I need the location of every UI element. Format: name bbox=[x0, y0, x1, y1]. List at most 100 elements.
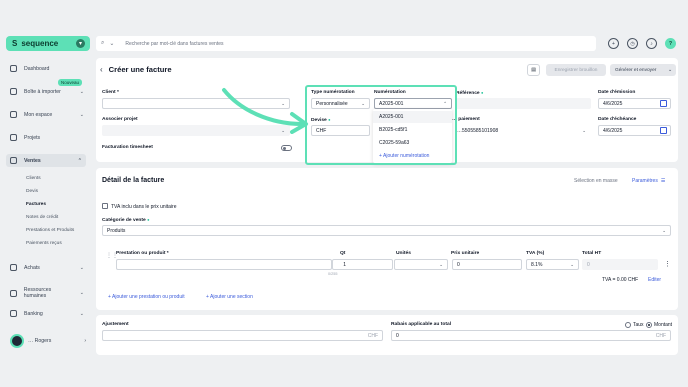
printer-icon: ▤ bbox=[531, 67, 536, 73]
bell-icon[interactable]: ♪ bbox=[646, 38, 657, 49]
vat-included-label: TVA inclu dans le prix unitaire bbox=[111, 204, 177, 210]
brand-logo[interactable]: S sequence ▾ bbox=[6, 36, 90, 51]
subnav-invoices[interactable]: Factures bbox=[26, 202, 46, 207]
chevron-down-icon[interactable]: ▾ bbox=[76, 39, 85, 48]
reference-label-text: Référence bbox=[456, 91, 480, 96]
add-product-button[interactable]: + Ajouter une prestation ou produit bbox=[108, 294, 185, 300]
calendar-icon[interactable] bbox=[660, 127, 667, 134]
sidebar-item-label: Mon espace bbox=[24, 111, 53, 118]
calendar-icon[interactable] bbox=[660, 100, 667, 107]
vat-select[interactable]: 8.1% ⌄ bbox=[526, 259, 579, 270]
rate-radio[interactable] bbox=[625, 322, 631, 328]
user-icon bbox=[10, 111, 17, 118]
issue-date-field[interactable]: 4/6/2025 bbox=[598, 98, 671, 109]
rate-label: Taux bbox=[633, 322, 644, 328]
numbering-value: A2025-001 bbox=[379, 100, 404, 107]
generate-send-button[interactable]: Générer et envoyer ⌄ bbox=[610, 64, 676, 76]
chevron-down-icon[interactable]: ⌄ bbox=[109, 40, 114, 47]
add-section-label: Ajouter une section bbox=[210, 294, 253, 300]
search-bar[interactable]: ⌕ ⌄ Recherche par mot-clé dans factures … bbox=[96, 36, 596, 51]
numbering-option[interactable]: B2025-cd5f1 bbox=[373, 124, 452, 136]
subnav-clients[interactable]: Clients bbox=[26, 176, 41, 181]
reference-input[interactable] bbox=[456, 98, 591, 109]
col-unit-price: Prix unitaire bbox=[451, 251, 480, 256]
chevron-down-icon: ⌄ bbox=[79, 111, 84, 118]
sidebar-item-label: Dashboard bbox=[24, 65, 50, 72]
parameters-button[interactable]: Paramètres ☰ bbox=[632, 178, 665, 184]
product-input[interactable] bbox=[116, 259, 332, 270]
subnav-products[interactable]: Prestations et Produits bbox=[26, 228, 74, 233]
numbering-type-value: Personnalisée bbox=[316, 100, 348, 107]
add-numbering-link[interactable]: + Ajouter numérotation bbox=[379, 153, 429, 159]
help-icon[interactable]: ? bbox=[665, 38, 676, 49]
sidebar-item-inbox[interactable]: Boîte à importer ⌄ bbox=[10, 88, 84, 95]
discount-input[interactable]: 0 CHF bbox=[391, 330, 671, 341]
unit-price-input[interactable]: 0 bbox=[452, 259, 522, 270]
numbering-label: Numérotation bbox=[374, 90, 406, 95]
due-date-field[interactable]: 4/6/2025 bbox=[598, 125, 671, 136]
info-icon: ● bbox=[328, 117, 331, 122]
mass-select-button[interactable]: Sélection en masse bbox=[574, 178, 618, 184]
discount-label: Rabais applicable au total bbox=[391, 322, 452, 327]
units-select[interactable]: ⌄ bbox=[394, 259, 448, 270]
sidebar-item-banking[interactable]: Banking ⌄ bbox=[10, 310, 84, 317]
numbering-option[interactable]: C2025-59a63 bbox=[373, 137, 452, 149]
qty-input[interactable]: 1 bbox=[332, 259, 393, 270]
sidebar-item-my-space[interactable]: Mon espace ⌄ bbox=[10, 111, 84, 118]
project-select[interactable]: ⌄ bbox=[102, 125, 290, 136]
subnav-payments[interactable]: Paiements reçus bbox=[26, 241, 62, 246]
parameters-label: Paramètres bbox=[632, 178, 658, 184]
currency-label: Devise ● bbox=[311, 117, 331, 123]
sidebar-item-sales[interactable]: Ventes ⌃ bbox=[6, 154, 86, 167]
sidebar-item-purchases[interactable]: Achats ⌄ bbox=[10, 264, 84, 271]
page-title: Créer une facture bbox=[108, 65, 172, 74]
client-select[interactable]: ⌄ bbox=[102, 98, 290, 109]
clock-icon[interactable]: ◷ bbox=[627, 38, 638, 49]
numbering-option[interactable]: A2025-001 bbox=[373, 111, 452, 123]
numbering-type-select[interactable]: Personnalisée ⌄ bbox=[311, 98, 370, 109]
add-numbering-label: Ajouter numérotation bbox=[383, 153, 430, 159]
plus-icon: + bbox=[379, 153, 382, 159]
app-window: S sequence ▾ Dashboard Nouveau Boîte à i… bbox=[0, 0, 688, 387]
sidebar-item-hr[interactable]: Ressources humaines ⌄ bbox=[10, 287, 84, 299]
add-section-button[interactable]: + Ajouter une section bbox=[206, 294, 253, 300]
adjustment-currency: CHF bbox=[367, 332, 378, 339]
save-draft-button[interactable]: Enregistrer brouillon bbox=[546, 64, 606, 76]
numbering-dropdown: A2025-001 B2025-cd5f1 C2025-59a63 + Ajou… bbox=[373, 109, 452, 163]
adjustment-input[interactable]: CHF bbox=[102, 330, 383, 341]
sidebar-item-label: Projets bbox=[24, 134, 41, 141]
home-icon bbox=[10, 65, 17, 72]
payment-select[interactable]: …5505585101908 ⌄ bbox=[452, 125, 591, 136]
add-icon[interactable]: + bbox=[608, 38, 619, 49]
issue-date-label: Date d'émission bbox=[598, 90, 636, 95]
logo-icon: S bbox=[12, 39, 18, 48]
back-arrow-icon[interactable]: ‹ bbox=[100, 65, 103, 74]
amount-radio[interactable] bbox=[646, 322, 652, 328]
chevron-down-icon: ⌄ bbox=[582, 127, 586, 133]
sidebar-item-projects[interactable]: Projets bbox=[10, 134, 84, 141]
edit-link[interactable]: Editer bbox=[648, 277, 661, 283]
subnav-quotes[interactable]: Devis bbox=[26, 189, 38, 194]
unit-price-value: 0 bbox=[457, 261, 460, 268]
currency-select[interactable]: CHF bbox=[311, 125, 370, 136]
print-button[interactable]: ▤ bbox=[527, 64, 540, 76]
vat-included-checkbox[interactable] bbox=[102, 203, 108, 209]
search-input[interactable]: Recherche par mot-clé dans factures vent… bbox=[125, 41, 223, 47]
reference-label: Référence ● bbox=[456, 90, 483, 96]
project-label: Associer projet bbox=[102, 117, 138, 122]
user-menu[interactable]: … Rogers › bbox=[10, 334, 86, 348]
subnav-credit-notes[interactable]: Notes de crédit bbox=[26, 215, 58, 220]
client-label: Client * bbox=[102, 90, 119, 95]
sales-category-select[interactable]: Produits ⌄ bbox=[102, 225, 671, 236]
numbering-select[interactable]: A2025-001 ⌃ bbox=[374, 98, 452, 109]
timesheet-toggle[interactable] bbox=[281, 145, 292, 151]
sidebar-item-dashboard[interactable]: Dashboard bbox=[10, 65, 84, 72]
discount-value: 0 bbox=[396, 332, 399, 339]
chevron-down-icon: ⌄ bbox=[667, 67, 672, 73]
more-vertical-icon[interactable]: ⋮ bbox=[664, 260, 671, 268]
bag-icon bbox=[10, 157, 17, 164]
chevron-down-icon: ⌄ bbox=[79, 264, 84, 271]
sidebar-item-label: Achats bbox=[24, 264, 40, 271]
qty-value: 1 bbox=[343, 261, 346, 268]
chevron-down-icon: ⌄ bbox=[281, 100, 285, 106]
